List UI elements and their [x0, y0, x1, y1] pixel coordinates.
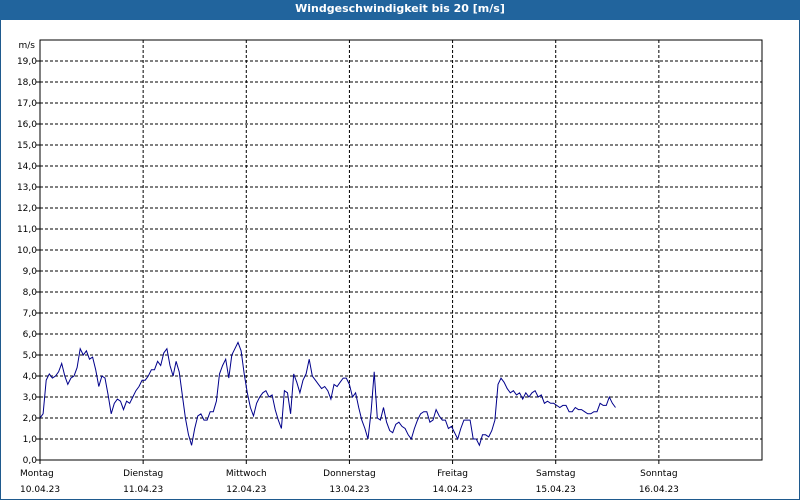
x-tick-day-label: Freitag	[437, 469, 468, 479]
y-tick-label: 16,0	[17, 120, 37, 130]
x-tick-day-label: Samstag	[536, 469, 575, 479]
x-tick-day-label: Montag	[20, 469, 54, 479]
x-tick-date-label: 16.04.23	[639, 485, 679, 495]
x-tick-date-label: 10.04.23	[20, 485, 60, 495]
y-tick-label: 10,0	[17, 246, 37, 256]
y-tick-label: 3,0	[23, 393, 38, 403]
x-axis-ticks: Montag 10.04.23 Dienstag 11.04.23 Mittwoch 12…	[20, 460, 679, 495]
y-tick-label: 13,0	[17, 183, 37, 193]
x-tick-day-label: Mittwoch	[226, 469, 267, 479]
x-tick-date-label: 12.04.23	[226, 485, 266, 495]
x-tick-day-label: Dienstag	[123, 469, 163, 479]
y-tick-label: 5,0	[23, 351, 38, 361]
y-tick-label: 7,0	[23, 309, 38, 319]
y-tick-label: 8,0	[23, 288, 38, 298]
y-tick-label: 14,0	[17, 162, 37, 172]
x-tick-date-label: 15.04.23	[536, 485, 576, 495]
y-tick-label: 2,0	[23, 414, 38, 424]
y-tick-label: 11,0	[17, 225, 37, 235]
y-tick-label: 0,0	[23, 456, 38, 466]
y-tick-label: 15,0	[17, 141, 37, 151]
x-tick-day-label: Donnerstag	[323, 469, 376, 479]
y-axis-ticks: 0,0 1,0 2,0 3,0 4,0 5,0 6,0 7,0 8,0 9,0 10,0 11,0 12…	[17, 57, 40, 466]
x-tick-date-label: 14.04.23	[433, 485, 473, 495]
x-tick-date-label: 13.04.23	[329, 485, 369, 495]
y-tick-label: 4,0	[23, 372, 38, 382]
y-tick-label: 19,0	[17, 57, 37, 67]
y-tick-label: 6,0	[23, 330, 38, 340]
y-tick-label: 12,0	[17, 204, 37, 214]
chart-plot: 0,0 1,0 2,0 3,0 4,0 5,0 6,0 7,0 8,0 9,0 10,0 11,0 12…	[17, 39, 763, 495]
y-tick-label: 1,0	[23, 435, 38, 445]
y-tick-label: 18,0	[17, 78, 37, 88]
y-tick-label: 9,0	[23, 267, 38, 277]
x-tick-day-label: Sonntag	[640, 469, 677, 479]
y-tick-label: 17,0	[17, 99, 37, 109]
y-axis-unit-label: m/s	[19, 41, 36, 51]
x-tick-date-label: 11.04.23	[123, 485, 163, 495]
